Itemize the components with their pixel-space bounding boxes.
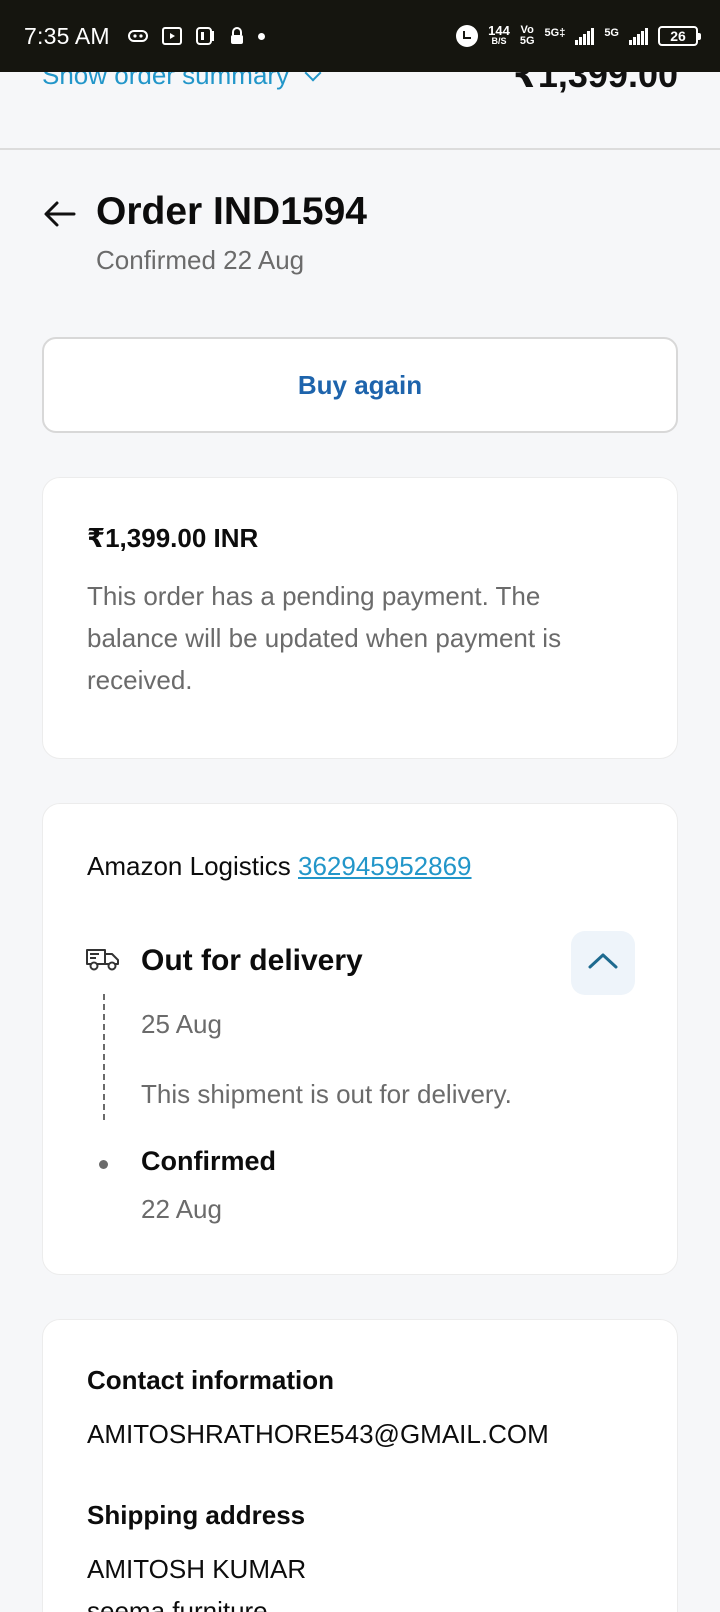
payment-pending-note: This order has a pending payment. The ba… xyxy=(87,581,562,695)
shipment-card: Amazon Logistics 362945952869 Out for de… xyxy=(42,803,678,1275)
notification-icons xyxy=(127,26,265,46)
battery-icon: 26 xyxy=(658,26,701,46)
gamepad-icon xyxy=(127,29,148,43)
order-confirmed-date: Confirmed 22 Aug xyxy=(96,245,305,275)
status-bar: 7:35 AM 144 B/S Vo 5G 5G‡ 5G 26 xyxy=(0,0,720,72)
lock-icon xyxy=(230,27,244,45)
confirmed-date: 22 Aug xyxy=(141,1194,222,1224)
payment-card: ₹1,399.00 INR This order has a pending p… xyxy=(42,477,678,759)
paytm-icon xyxy=(195,26,216,46)
more-notifications-dot xyxy=(257,32,265,40)
system-icons: 144 B/S Vo 5G 5G‡ 5G 26 xyxy=(456,23,701,47)
contact-card: Contact information AMITOSHRATHORE543@GM… xyxy=(42,1319,678,1612)
confirmed-label: Confirmed xyxy=(141,1146,276,1176)
shipment-status: Out for delivery xyxy=(141,944,363,977)
network-type-2: 5G xyxy=(604,27,619,39)
alarm-icon xyxy=(456,25,479,47)
page-title: Order IND1594 xyxy=(96,190,367,233)
youtube-icon xyxy=(161,27,182,45)
back-arrow-icon[interactable] xyxy=(42,196,78,232)
status-time: 7:35 AM xyxy=(24,22,110,49)
chevron-up-icon xyxy=(588,952,618,975)
carrier-name: Amazon Logistics xyxy=(87,851,291,881)
network-type-1: 5G‡ xyxy=(544,27,566,39)
signal-icon xyxy=(575,27,595,45)
shipping-address-line: seema furniture xyxy=(87,1596,268,1612)
buy-again-button[interactable]: Buy again xyxy=(42,337,678,433)
collapse-timeline-button[interactable] xyxy=(571,931,635,995)
signal-icon-2 xyxy=(629,27,648,45)
status-description: This shipment is out for delivery. xyxy=(141,1079,512,1109)
carrier-info: Amazon Logistics 362945952869 xyxy=(87,851,472,882)
shipping-name: AMITOSH KUMAR xyxy=(87,1554,307,1584)
network-speed: 144 B/S xyxy=(488,23,510,46)
status-date: 25 Aug xyxy=(141,1009,222,1039)
delivery-truck-icon xyxy=(85,944,121,974)
contact-email: AMITOSHRATHORE543@GMAIL.COM xyxy=(87,1419,549,1449)
timeline-connector xyxy=(103,994,105,1120)
payment-amount: ₹1,399.00 INR xyxy=(87,523,259,553)
tracking-number-link[interactable]: 362945952869 xyxy=(298,851,472,881)
shipping-heading: Shipping address xyxy=(87,1500,306,1530)
timeline-dot xyxy=(99,1160,108,1169)
contact-heading: Contact information xyxy=(87,1365,334,1395)
battery-level: 26 xyxy=(670,28,686,44)
volte-indicator: Vo 5G xyxy=(519,24,535,47)
